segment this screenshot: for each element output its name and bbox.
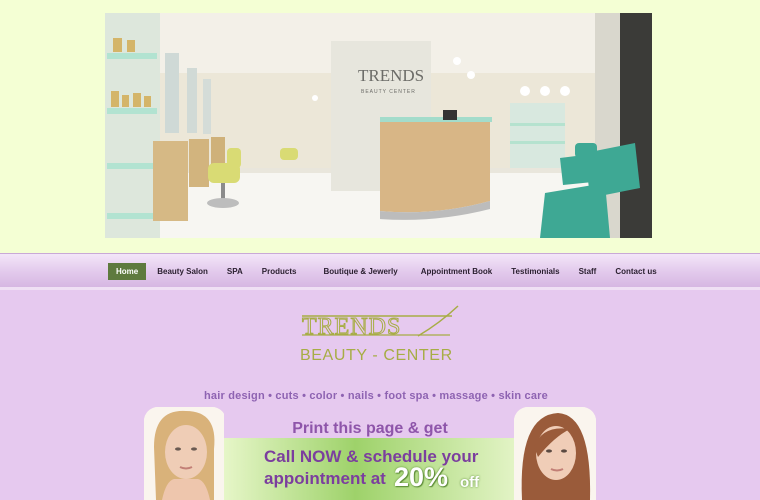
- model-portrait-left: [144, 407, 226, 500]
- hero-sign-line1: TRENDS: [358, 66, 424, 85]
- services-list: hair design • cuts • color • nails • foo…: [203, 390, 548, 402]
- main-content: TRENDS BEAUTY - CENTER hair design • cut…: [0, 290, 760, 500]
- trends-logo[interactable]: TRENDS BEAUTY - CENTER: [300, 303, 460, 363]
- logo-title: TRENDS: [302, 314, 401, 340]
- nav-item-testimonials[interactable]: Testimonials: [503, 263, 567, 280]
- logo-subtitle: BEAUTY - CENTER: [300, 347, 453, 363]
- nav-item-beauty-salon[interactable]: Beauty Salon: [149, 263, 216, 280]
- promo-heading-box: Print this page & get: [224, 407, 516, 438]
- nav-item-spa[interactable]: SPA: [219, 263, 251, 280]
- nav-item-staff[interactable]: Staff: [571, 263, 605, 280]
- nav-item-products[interactable]: Products: [254, 263, 305, 280]
- nav-item-appointment-book[interactable]: Appointment Book: [413, 263, 501, 280]
- nav-menu: Home Beauty Salon SPA Products Boutique …: [108, 263, 668, 280]
- main-navigation-bar: Home Beauty Salon SPA Products Boutique …: [0, 253, 760, 288]
- nav-item-contact-us[interactable]: Contact us: [607, 263, 664, 280]
- hero-sign-line2: BEAUTY CENTER: [361, 89, 416, 95]
- promo-off: off: [460, 474, 480, 491]
- promo-percent: 20%: [394, 462, 449, 492]
- nav-item-boutique-jewerly[interactable]: Boutique & Jewerly: [315, 263, 405, 280]
- promo-offer-box: Call NOW & schedule your appointment at …: [224, 438, 516, 500]
- model-portrait-right: [514, 407, 596, 500]
- promo-line-2: appointment at: [264, 469, 386, 488]
- promo-heading: Print this page & get: [292, 420, 448, 437]
- hero-salon-photo: TRENDS BEAUTY CENTER: [105, 13, 652, 238]
- nav-item-home[interactable]: Home: [108, 263, 147, 280]
- promo-banner: Print this page & get Call NOW & schedul…: [144, 407, 596, 500]
